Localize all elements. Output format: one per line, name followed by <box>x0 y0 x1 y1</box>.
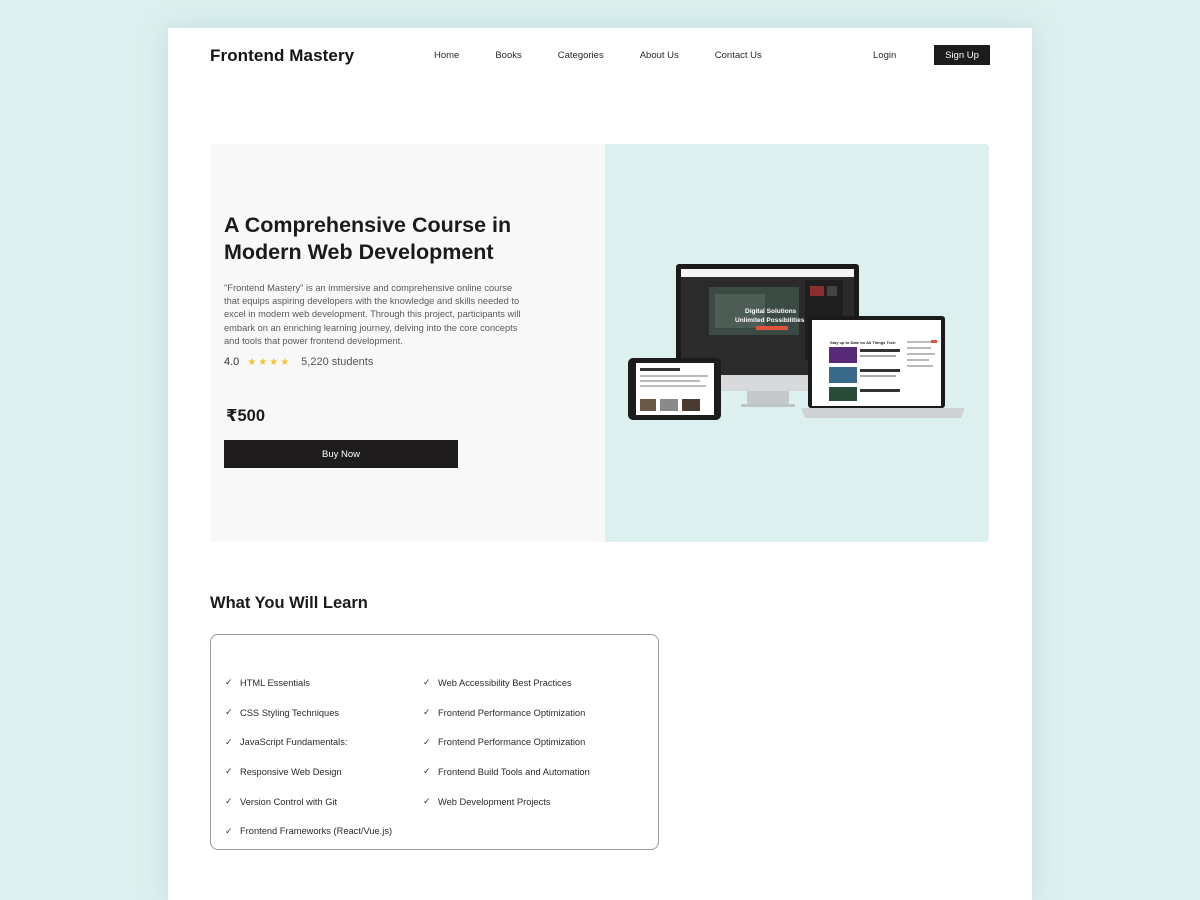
learn-item: ✓ JavaScript Fundamentals: <box>225 727 392 757</box>
check-icon: ✓ <box>423 707 431 718</box>
learn-item-label: HTML Essentials <box>240 677 310 688</box>
hero-description: "Frontend Mastery" is an immersive and c… <box>224 283 521 346</box>
learn-item: ✓ CSS Styling Techniques <box>225 698 392 728</box>
nav-categories[interactable]: Categories <box>558 50 604 61</box>
nav-contact-us[interactable]: Contact Us <box>715 50 762 61</box>
check-icon: ✓ <box>423 766 431 777</box>
logo[interactable]: Frontend Mastery <box>210 46 354 66</box>
learn-item: ✓ Version Control with Git <box>225 787 392 817</box>
star-rating-icon: ★★★★ <box>247 356 292 368</box>
check-icon: ✓ <box>423 796 431 807</box>
tablet-mockup <box>628 358 721 420</box>
learn-item-label: Responsive Web Design <box>240 766 342 777</box>
rating-value: 4.0 <box>224 356 240 368</box>
learn-item-label: Frontend Performance Optimization <box>438 707 586 718</box>
learn-item-label: Frontend Performance Optimization <box>438 737 586 748</box>
check-icon: ✓ <box>423 736 431 747</box>
learn-item: ✓ Web Accessibility Best Practices <box>423 668 590 698</box>
check-icon: ✓ <box>225 796 233 807</box>
learn-list-box: ✓ HTML Essentials ✓ CSS Styling Techniques… <box>210 634 659 850</box>
check-icon: ✓ <box>225 677 233 688</box>
check-icon: ✓ <box>225 736 233 747</box>
learn-item-label: JavaScript Fundamentals: <box>240 737 348 748</box>
learn-item-label: Frontend Build Tools and Automation <box>438 766 590 777</box>
what-you-will-learn-title: What You Will Learn <box>210 594 368 612</box>
learn-item: ✓ Frontend Build Tools and Automation <box>423 757 590 787</box>
learn-item: ✓ Frontend Performance Optimization <box>423 698 590 728</box>
check-icon: ✓ <box>225 825 233 836</box>
learn-item-label: CSS Styling Techniques <box>240 707 340 718</box>
rating-row: 4.0 ★★★★ 5,220 students <box>224 356 373 368</box>
hero-image-panel: Digital Solutions Unlimited Possibilitie… <box>605 144 989 542</box>
learn-item: ✓ Frontend Frameworks (React/Vue.js) <box>225 816 392 846</box>
main-nav: Home Books Categories About Us Contact U… <box>434 50 798 61</box>
check-icon: ✓ <box>423 677 431 688</box>
learn-item-label: Web Accessibility Best Practices <box>438 677 572 688</box>
hero-title: A Comprehensive Course in Modern Web Dev… <box>224 213 512 264</box>
learn-item: ✓ Frontend Performance Optimization <box>423 727 590 757</box>
hero-content: A Comprehensive Course in Modern Web Dev… <box>210 144 605 542</box>
learn-column-2: ✓ Web Accessibility Best Practices ✓ Front… <box>423 668 590 816</box>
monitor-subheadline: Unlimited Possibilities <box>735 317 805 324</box>
learn-item: ✓ HTML Essentials <box>225 668 392 698</box>
nav-about-us[interactable]: About Us <box>640 50 679 61</box>
learn-item-label: Frontend Frameworks (React/Vue.js) <box>240 826 393 837</box>
device-mockup-image: Digital Solutions Unlimited Possibilitie… <box>628 264 965 420</box>
hero-section: A Comprehensive Course in Modern Web Dev… <box>210 144 989 542</box>
learn-item-label: Version Control with Git <box>240 796 338 807</box>
students-count: 5,220 students <box>301 356 374 368</box>
price: ₹500 <box>226 407 266 425</box>
page: Frontend Mastery Home Books Categories A… <box>168 28 1032 900</box>
laptop-headline: Stay up to Date on All Things Tech <box>830 340 896 345</box>
learn-item-label: Web Development Projects <box>438 796 551 807</box>
check-icon: ✓ <box>225 707 233 718</box>
check-icon: ✓ <box>225 766 233 777</box>
learn-column-1: ✓ HTML Essentials ✓ CSS Styling Techniques… <box>225 668 392 846</box>
signup-button[interactable]: Sign Up <box>934 45 990 65</box>
laptop-mockup: Stay up to Date on All Things Tech <box>801 316 965 418</box>
monitor-headline: Digital Solutions <box>745 308 797 315</box>
login-link[interactable]: Login <box>873 50 896 61</box>
nav-books[interactable]: Books <box>495 50 521 61</box>
learn-item: ✓ Responsive Web Design <box>225 757 392 787</box>
buy-now-button[interactable]: Buy Now <box>224 440 458 468</box>
learn-item: ✓ Web Development Projects <box>423 787 590 817</box>
nav-home[interactable]: Home <box>434 50 459 61</box>
